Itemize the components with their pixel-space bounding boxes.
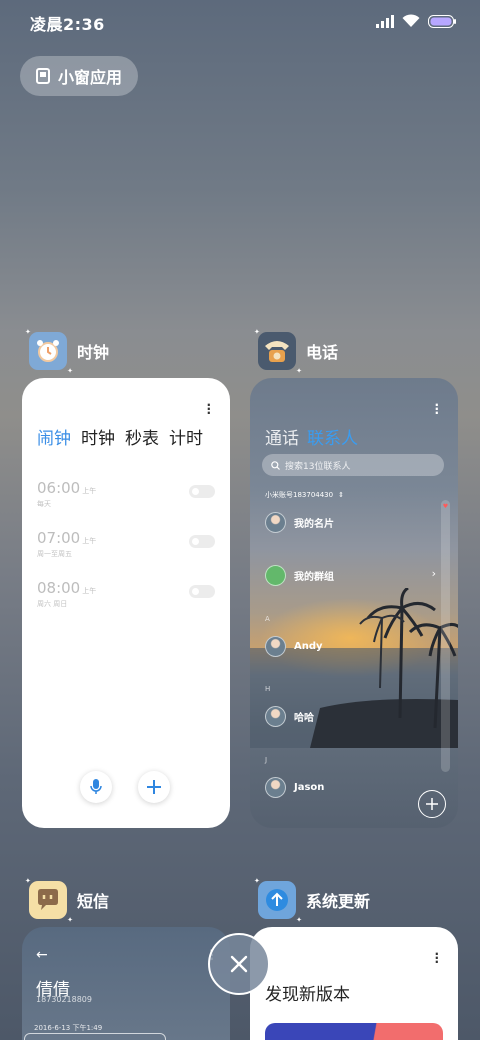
plus-icon — [426, 798, 438, 810]
tab-alarm[interactable]: 闹钟 — [37, 424, 71, 449]
avatar — [265, 706, 286, 727]
update-app-header[interactable]: ✦ ✦ 系统更新 — [254, 877, 371, 924]
status-icons — [376, 12, 456, 30]
tab-contacts[interactable]: 联系人 — [307, 424, 358, 449]
search-placeholder: 搜索13位联系人 — [285, 461, 351, 472]
alphabet-index-scrollbar[interactable]: ♥ — [441, 500, 450, 772]
sms-app-icon: ✦ ✦ — [25, 877, 73, 924]
plus-icon — [147, 780, 161, 794]
mini-window-apps-button[interactable]: 小窗应用 — [20, 56, 138, 96]
update-app-name: 系统更新 — [306, 892, 371, 911]
phone-app-icon: ✦ ✦ — [254, 328, 302, 375]
contact-name: Andy — [294, 641, 323, 652]
contact-row[interactable]: Jason — [265, 777, 324, 798]
clock-app-card[interactable]: · · · 闹钟 时钟 秒表 计时 06:00 上午 每天 07:00 上午 周一至周五… — [22, 378, 230, 828]
back-arrow-icon[interactable]: ← — [36, 947, 48, 963]
alarm-toggle[interactable] — [189, 535, 215, 548]
add-contact-button[interactable] — [418, 790, 446, 818]
tab-clock[interactable]: 时钟 — [81, 424, 115, 449]
sms-app-name: 短信 — [77, 892, 110, 911]
message-timestamp: 2016-6-13 下午1:49 — [34, 1024, 103, 1032]
contact-name: Jason — [294, 782, 325, 793]
contact-name: 我的群组 — [294, 572, 334, 583]
message-bubble[interactable] — [24, 1033, 166, 1040]
sparkle-icon: ✦ — [254, 877, 260, 885]
clock-tab-bar: 闹钟 时钟 秒表 计时 — [37, 424, 203, 449]
contact-row[interactable]: Andy — [265, 636, 323, 657]
alarm-time: 08:00 — [37, 579, 81, 597]
clock-app-name: 时钟 — [77, 343, 110, 362]
contact-name: 我的名片 — [294, 519, 334, 530]
phone-app-name: 电话 — [306, 343, 339, 362]
account-label: 小米账号183704430 ⇕ — [265, 491, 344, 499]
clock-app-header[interactable]: ✦ ✦ 时钟 — [25, 328, 110, 375]
mini-window-icon — [36, 68, 50, 84]
sparkle-icon: ✦ — [25, 328, 31, 336]
avatar — [265, 512, 286, 533]
sparkle-icon: ✦ — [67, 367, 73, 375]
add-alarm-button[interactable] — [138, 771, 170, 803]
section-letter: J — [265, 756, 268, 764]
contact-row[interactable]: 我的群组 — [265, 565, 334, 586]
alarm-repeat: 周一至周五 — [37, 550, 72, 558]
clock-app-icon: ✦ ✦ — [25, 328, 73, 375]
clear-all-button[interactable] — [208, 933, 270, 995]
contact-row[interactable]: 哈哈 — [265, 706, 314, 727]
sms-app-header[interactable]: ✦ ✦ 短信 — [25, 877, 110, 924]
message-bubble-icon — [38, 889, 58, 910]
update-headline: 发现新版本 — [265, 985, 350, 1005]
alarm-time: 07:00 — [37, 529, 81, 547]
tab-timer[interactable]: 计时 — [169, 424, 203, 449]
sparkle-icon: ✦ — [254, 328, 260, 336]
sparkle-icon: ✦ — [296, 367, 302, 375]
alarm-repeat: 每天 — [37, 500, 51, 508]
alarm-toggle[interactable] — [189, 485, 215, 498]
close-icon — [230, 955, 248, 973]
avatar — [265, 636, 286, 657]
sparkle-icon: ✦ — [296, 916, 302, 924]
update-app-icon: ✦ ✦ — [254, 877, 302, 924]
alarm-repeat: 周六 周日 — [37, 600, 68, 608]
alarm-clock-icon — [37, 340, 59, 362]
tab-calls[interactable]: 通话 — [265, 424, 299, 449]
phone-app-card[interactable]: · · · 通话 联系人 搜索13位联系人 小米账号183704430 ⇕ 我的名片 … — [250, 378, 458, 828]
search-icon — [271, 460, 280, 470]
update-app-card[interactable]: · · · 发现新版本 — [250, 927, 458, 1040]
update-banner — [265, 1023, 443, 1040]
section-letter: H — [265, 685, 271, 693]
sparkle-icon: ✦ — [25, 877, 31, 885]
phone-tab-bar: 通话 联系人 — [265, 424, 358, 449]
telephone-icon — [265, 341, 289, 362]
contacts-search-input[interactable]: 搜索13位联系人 — [262, 454, 444, 476]
section-letter: A — [265, 615, 270, 623]
alarm-ampm: 上午 — [82, 537, 97, 545]
mini-window-label: 小窗应用 — [58, 68, 123, 87]
upload-arrow-icon — [266, 889, 288, 911]
chevron-right-icon: › — [431, 567, 436, 580]
microphone-icon — [90, 779, 102, 794]
signal-icon — [376, 14, 394, 28]
avatar — [265, 777, 286, 798]
more-options-icon[interactable]: ··· — [434, 399, 439, 419]
tab-stopwatch[interactable]: 秒表 — [125, 424, 159, 449]
wifi-icon — [402, 14, 420, 27]
status-time: 凌晨2:36 — [30, 15, 105, 34]
alarm-time: 06:00 — [37, 479, 81, 497]
contact-name: 哈哈 — [294, 713, 314, 724]
sparkle-icon: ✦ — [67, 916, 73, 924]
alarm-ampm: 上午 — [82, 587, 97, 595]
phone-app-header[interactable]: ✦ ✦ 电话 — [254, 328, 339, 375]
sms-app-card[interactable]: ← ··· 倩倩 18730218809 2016-6-13 下午1:49 — [22, 927, 230, 1040]
alarm-ampm: 上午 — [82, 487, 97, 495]
battery-icon — [428, 14, 456, 28]
voice-alarm-button[interactable] — [80, 771, 112, 803]
status-bar: 凌晨2:36 — [0, 0, 480, 42]
more-options-icon[interactable]: ··· — [206, 399, 211, 419]
chevron-down-icon: ⇕ — [338, 491, 344, 499]
contact-row[interactable]: 我的名片 — [265, 512, 334, 533]
group-icon — [265, 565, 286, 586]
conversation-number: 18730218809 — [36, 995, 92, 1004]
more-options-icon[interactable]: ··· — [434, 948, 439, 968]
alarm-toggle[interactable] — [189, 585, 215, 598]
